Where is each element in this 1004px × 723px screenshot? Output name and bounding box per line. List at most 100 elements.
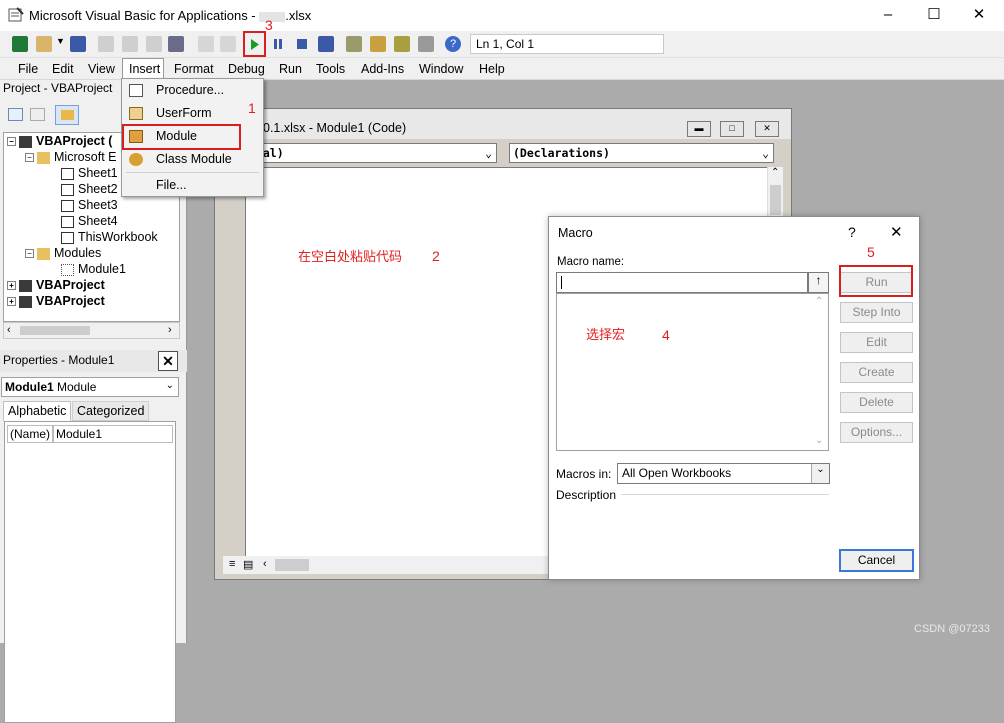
module-icon xyxy=(61,263,74,276)
procedure-icon xyxy=(129,84,143,97)
macros-in-select[interactable]: All Open Workbooks ⌄ xyxy=(617,463,830,484)
copy-icon[interactable] xyxy=(122,36,138,52)
workbook-icon xyxy=(61,231,74,244)
break-icon[interactable] xyxy=(274,39,282,49)
object-browser-icon[interactable] xyxy=(394,36,410,52)
tree-vbaproject-2[interactable]: + VBAProject xyxy=(7,278,105,294)
tree-vbaproject-1[interactable]: − VBAProject ( xyxy=(7,134,112,150)
full-module-view-icon[interactable]: ▤ xyxy=(243,558,253,571)
chevron-down-icon[interactable]: ▼ xyxy=(56,36,65,46)
project-hscroll[interactable]: ‹ › xyxy=(3,322,180,339)
view-excel-icon[interactable] xyxy=(12,36,28,52)
sheet-icon xyxy=(61,215,74,228)
redo-icon[interactable] xyxy=(220,36,236,52)
view-object-icon[interactable] xyxy=(30,108,45,121)
maximize-button[interactable]: ☐ xyxy=(925,6,943,24)
tree-module1[interactable]: Module1 xyxy=(61,262,126,278)
menu-item-class-module[interactable]: Class Module xyxy=(122,148,263,171)
property-value-cell[interactable]: Module1 xyxy=(53,425,173,443)
menu-window[interactable]: Window xyxy=(419,62,463,76)
menu-item-userform[interactable]: UserForm xyxy=(122,102,263,125)
scroll-thumb[interactable] xyxy=(275,559,309,571)
tab-alphabetic[interactable]: Alphabetic xyxy=(3,401,72,421)
menu-debug[interactable]: Debug xyxy=(228,62,265,76)
tree-sheet2[interactable]: Sheet2 xyxy=(61,182,118,198)
menu-view[interactable]: View xyxy=(88,62,115,76)
title-bar: Microsoft Visual Basic for Applications … xyxy=(0,0,1004,31)
project-icon xyxy=(19,279,32,292)
collapse-dialog-icon[interactable]: ↑ xyxy=(808,272,829,293)
code-restore-button[interactable]: □ xyxy=(720,121,744,137)
minimize-button[interactable]: – xyxy=(879,6,897,24)
object-dropdown[interactable]: eral) ⌄ xyxy=(245,143,497,163)
procedure-view-icon[interactable]: ≡ xyxy=(229,558,235,570)
folder-icon xyxy=(37,151,50,164)
cancel-button[interactable]: Cancel xyxy=(839,549,914,572)
menu-tools[interactable]: Tools xyxy=(316,62,345,76)
macro-list[interactable]: ⌃ ⌄ xyxy=(556,293,829,451)
menu-addins[interactable]: Add-Ins xyxy=(361,62,404,76)
scroll-thumb[interactable] xyxy=(770,185,781,215)
object-combo[interactable]: Module1 Module ⌄ xyxy=(1,377,179,397)
tree-vbaproject-3[interactable]: + VBAProject xyxy=(7,294,105,310)
code-close-button[interactable]: ✕ xyxy=(755,121,779,137)
dialog-help-button[interactable]: ? xyxy=(848,224,856,240)
project-explorer-icon[interactable] xyxy=(346,36,362,52)
tree-sheet4[interactable]: Sheet4 xyxy=(61,214,118,230)
options-button[interactable]: Options... xyxy=(840,422,913,443)
menu-item-procedure[interactable]: Procedure... xyxy=(122,79,263,102)
paste-icon[interactable] xyxy=(146,36,162,52)
tree-thisworkbook[interactable]: ThisWorkbook xyxy=(61,230,158,246)
tree-modules[interactable]: − Modules xyxy=(25,246,101,262)
tree-sheet1[interactable]: Sheet1 xyxy=(61,166,118,182)
tree-sheet3[interactable]: Sheet3 xyxy=(61,198,118,214)
find-icon[interactable] xyxy=(168,36,184,52)
run-sub-icon[interactable] xyxy=(250,39,260,50)
save-icon[interactable] xyxy=(70,36,86,52)
watermark: CSDN @07233 xyxy=(914,623,990,635)
toolbox-icon[interactable] xyxy=(418,36,434,52)
code-minimize-button[interactable]: ▬ xyxy=(687,121,711,137)
macros-in-label: Macros in: xyxy=(556,467,612,481)
property-name-cell[interactable]: (Name) xyxy=(7,425,53,443)
chevron-up-icon[interactable]: ⌃ xyxy=(771,167,779,178)
menu-file[interactable]: File xyxy=(18,62,38,76)
chevron-up-icon[interactable]: ⌃ xyxy=(815,296,823,307)
sheet-icon xyxy=(61,199,74,212)
view-code-icon[interactable] xyxy=(8,108,23,121)
menu-run[interactable]: Run xyxy=(279,62,302,76)
procedure-dropdown[interactable]: (Declarations) ⌄ xyxy=(509,143,774,163)
properties-window-icon[interactable] xyxy=(370,36,386,52)
scroll-left-icon[interactable]: ‹ xyxy=(263,558,267,570)
step-into-button[interactable]: Step Into xyxy=(840,302,913,323)
tab-categorized[interactable]: Categorized xyxy=(72,401,150,421)
macro-name-input[interactable] xyxy=(556,272,808,293)
step-1-label: 1 xyxy=(248,100,256,116)
scroll-thumb[interactable] xyxy=(20,326,90,335)
delete-button[interactable]: Delete xyxy=(840,392,913,413)
menu-edit[interactable]: Edit xyxy=(52,62,74,76)
chevron-down-icon[interactable]: ⌄ xyxy=(811,464,829,483)
menu-item-file[interactable]: File... xyxy=(122,174,263,197)
help-icon[interactable]: ? xyxy=(445,36,461,52)
scroll-left-icon[interactable]: ‹ xyxy=(7,324,11,336)
insert-userform-icon[interactable] xyxy=(36,36,52,52)
vba-app-icon xyxy=(8,7,24,22)
design-mode-icon[interactable] xyxy=(318,36,334,52)
menu-insert[interactable]: Insert xyxy=(129,62,160,76)
cut-icon[interactable] xyxy=(98,36,114,52)
properties-close-button[interactable]: ✕ xyxy=(158,351,178,371)
chevron-down-icon[interactable]: ⌄ xyxy=(815,435,823,446)
edit-button[interactable]: Edit xyxy=(840,332,913,353)
insert-menu: Procedure... UserForm Module Class Modul… xyxy=(121,78,264,197)
menu-help[interactable]: Help xyxy=(479,62,505,76)
toggle-folders-button[interactable] xyxy=(55,105,79,125)
create-button[interactable]: Create xyxy=(840,362,913,383)
reset-icon[interactable] xyxy=(297,39,307,49)
tree-excel-objects[interactable]: − Microsoft E xyxy=(25,150,117,166)
undo-icon[interactable] xyxy=(198,36,214,52)
scroll-right-icon[interactable]: › xyxy=(168,324,172,336)
dialog-close-button[interactable]: ✕ xyxy=(890,223,903,241)
close-button[interactable]: ✕ xyxy=(970,6,988,24)
menu-format[interactable]: Format xyxy=(174,62,214,76)
